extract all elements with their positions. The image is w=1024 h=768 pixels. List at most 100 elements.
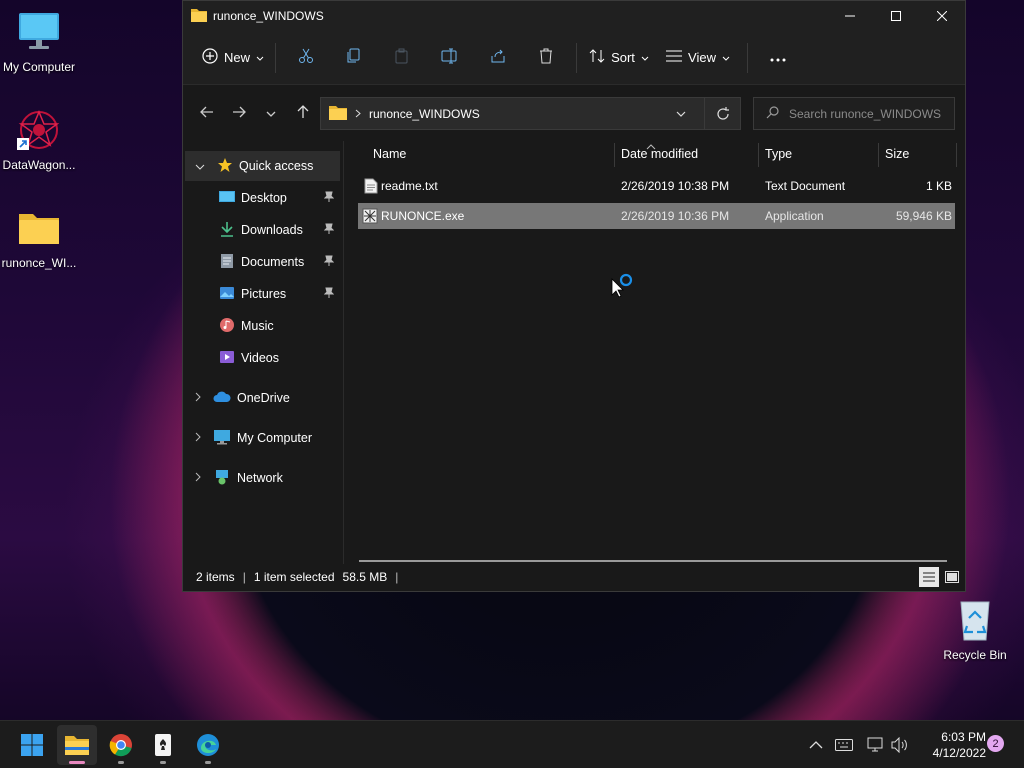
column-header-type[interactable]: Type — [765, 141, 792, 167]
pictures-icon — [219, 285, 235, 304]
speaker-icon — [891, 737, 907, 753]
running-indicator — [205, 761, 211, 764]
file-size: 1 KB — [925, 179, 952, 193]
sidebar-item-music[interactable]: Music — [219, 311, 340, 341]
running-indicator — [160, 761, 166, 764]
column-separator[interactable] — [956, 143, 957, 167]
column-separator[interactable] — [878, 143, 879, 167]
close-button[interactable] — [919, 1, 965, 31]
file-row-selected[interactable]: RUNONCE.exe 2/26/2019 10:36 PM Applicati… — [358, 203, 955, 229]
details-view-button[interactable] — [919, 567, 939, 587]
copy-button[interactable] — [330, 40, 378, 76]
keyboard-button[interactable] — [834, 735, 854, 755]
windows-logo-icon — [21, 734, 43, 756]
file-row[interactable]: readme.txt 2/26/2019 10:38 PM Text Docum… — [358, 173, 955, 199]
sidebar-item-videos[interactable]: Videos — [219, 343, 340, 373]
status-bar: 2 items | 1 item selected 58.5 MB | — [183, 563, 965, 591]
desktop-icon-label: runonce_WI... — [1, 256, 77, 270]
busy-cursor-icon — [611, 271, 637, 302]
view-list-icon — [666, 50, 683, 65]
sidebar-item-quick-access[interactable]: Quick access — [185, 151, 340, 181]
sidebar-item-label: Pictures — [241, 287, 287, 301]
more-options-button[interactable] — [754, 40, 802, 76]
edge-icon — [197, 734, 219, 756]
column-header-size[interactable]: Size — [885, 141, 909, 167]
search-box[interactable]: Search runonce_WINDOWS — [753, 97, 955, 130]
breadcrumb-current[interactable]: runonce_WINDOWS — [369, 107, 480, 121]
desktop-icon-datawagon[interactable]: DataWagon... — [0, 108, 78, 172]
recent-locations-button[interactable] — [255, 97, 287, 129]
sidebar-item-label: Desktop — [241, 191, 287, 205]
network-status-button[interactable] — [865, 735, 885, 755]
window-title-text: runonce_WINDOWS — [213, 9, 324, 23]
desktop-icon-my-computer[interactable]: My Computer — [0, 10, 78, 74]
back-button[interactable] — [191, 97, 223, 129]
taskbar-solitaire[interactable] — [143, 725, 183, 765]
chevron-down-icon — [195, 159, 205, 173]
file-name: readme.txt — [381, 179, 438, 193]
status-selected-size: 58.5 MB — [342, 570, 388, 584]
column-separator[interactable] — [614, 143, 615, 167]
taskbar-edge[interactable] — [188, 725, 228, 765]
volume-button[interactable] — [890, 735, 910, 755]
address-dropdown-button[interactable] — [666, 111, 696, 117]
status-separator: | — [395, 570, 399, 584]
desktop-icon-recycle-bin[interactable]: Recycle Bin — [936, 598, 1014, 662]
rename-button[interactable] — [426, 40, 474, 76]
sidebar-item-my-computer[interactable]: My Computer — [195, 423, 340, 453]
explorer-window: runonce_WINDOWS New Sort View runonce_WI… — [182, 0, 966, 592]
sidebar-item-label: Videos — [241, 351, 279, 365]
tiles-view-button[interactable] — [942, 567, 962, 587]
column-header-date-modified[interactable]: Date modified — [621, 141, 698, 167]
taskbar-chrome[interactable] — [101, 725, 141, 765]
chevron-down-icon — [256, 50, 264, 65]
view-button[interactable]: View — [655, 40, 741, 76]
refresh-button[interactable] — [704, 98, 740, 129]
sidebar-item-onedrive[interactable]: OneDrive — [195, 383, 340, 413]
copy-icon — [346, 48, 362, 67]
address-bar[interactable]: runonce_WINDOWS — [320, 97, 741, 130]
chevron-up-icon — [809, 741, 823, 749]
show-hidden-icons-button[interactable] — [806, 735, 826, 755]
taskbar-file-explorer[interactable] — [57, 725, 97, 765]
sidebar-item-desktop[interactable]: Desktop — [219, 183, 340, 213]
up-button[interactable] — [287, 97, 319, 129]
sidebar-item-pictures[interactable]: Pictures — [219, 279, 340, 309]
desktop-icon-runonce-folder[interactable]: runonce_WI... — [0, 206, 78, 270]
chevron-right-icon — [195, 471, 201, 485]
sidebar-item-network[interactable]: Network — [195, 463, 340, 493]
delete-button[interactable] — [522, 40, 570, 76]
sidebar-item-label: Downloads — [241, 223, 303, 237]
sort-icon — [589, 48, 605, 67]
sidebar-item-label: Network — [237, 471, 283, 485]
clock[interactable]: 6:03 PM 4/12/2022 — [916, 729, 986, 761]
title-bar[interactable]: runonce_WINDOWS — [183, 1, 965, 31]
sort-button[interactable]: Sort — [583, 40, 655, 76]
column-header-name[interactable]: Name — [373, 141, 406, 167]
file-size: 59,946 KB — [895, 209, 952, 223]
folder-icon — [191, 8, 207, 25]
horizontal-scrollbar[interactable] — [359, 560, 947, 562]
sidebar-item-downloads[interactable]: Downloads — [219, 215, 340, 245]
file-date: 2/26/2019 10:38 PM — [621, 179, 730, 193]
notification-count-badge[interactable]: 2 — [987, 735, 1004, 752]
desktop-icon-label: My Computer — [2, 60, 76, 74]
sidebar-item-documents[interactable]: Documents — [219, 247, 340, 277]
command-bar: New Sort View — [183, 31, 965, 85]
search-placeholder: Search runonce_WINDOWS — [789, 106, 942, 121]
maximize-button[interactable] — [873, 1, 919, 31]
cut-button[interactable] — [282, 40, 330, 76]
share-button[interactable] — [474, 40, 522, 76]
network-icon — [213, 469, 231, 488]
forward-button[interactable] — [223, 97, 255, 129]
paste-button[interactable] — [378, 40, 426, 76]
minimize-button[interactable] — [827, 1, 873, 31]
trash-icon — [538, 48, 554, 67]
chevron-down-icon — [641, 50, 649, 65]
column-separator[interactable] — [758, 143, 759, 167]
new-button[interactable]: New — [197, 40, 269, 76]
download-arrow-icon — [219, 221, 235, 240]
start-button[interactable] — [12, 725, 52, 765]
pin-icon — [323, 191, 335, 206]
chevron-down-icon — [722, 50, 730, 65]
